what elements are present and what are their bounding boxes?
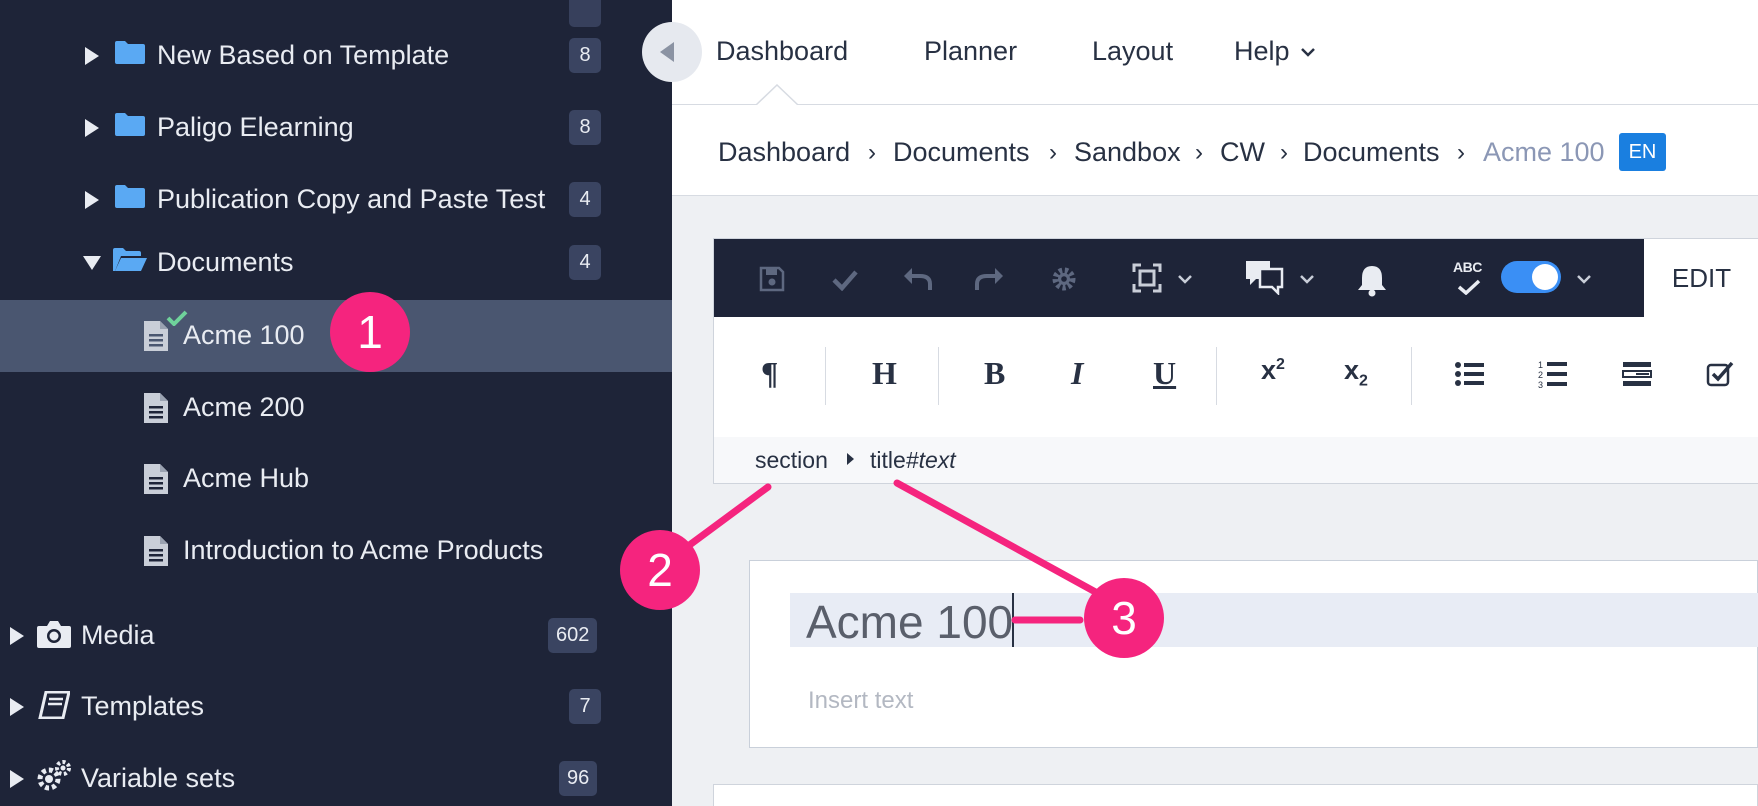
annotation-marker-2: 2 (620, 530, 700, 610)
annotation-lines (672, 479, 1114, 624)
annotation-marker-1: 1 (330, 292, 410, 372)
annotation-marker-3: 3 (1084, 578, 1164, 658)
